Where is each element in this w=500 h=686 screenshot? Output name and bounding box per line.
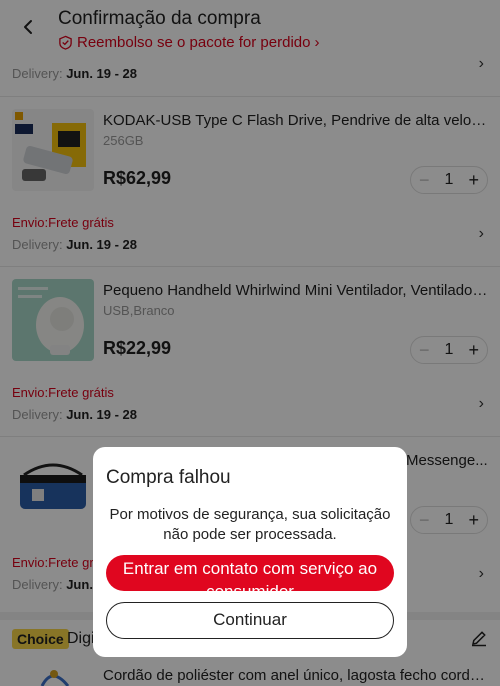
dialog-message: Por motivos de segurança, sua solicitaçã… [109, 506, 391, 543]
contact-support-button[interactable]: Entrar em contato com serviço ao consumi… [106, 555, 394, 591]
dialog-title: Compra falhou [106, 467, 231, 488]
continue-button[interactable]: Continuar [106, 602, 394, 639]
purchase-failed-dialog: Compra falhou Por motivos de segurança, … [93, 447, 407, 657]
